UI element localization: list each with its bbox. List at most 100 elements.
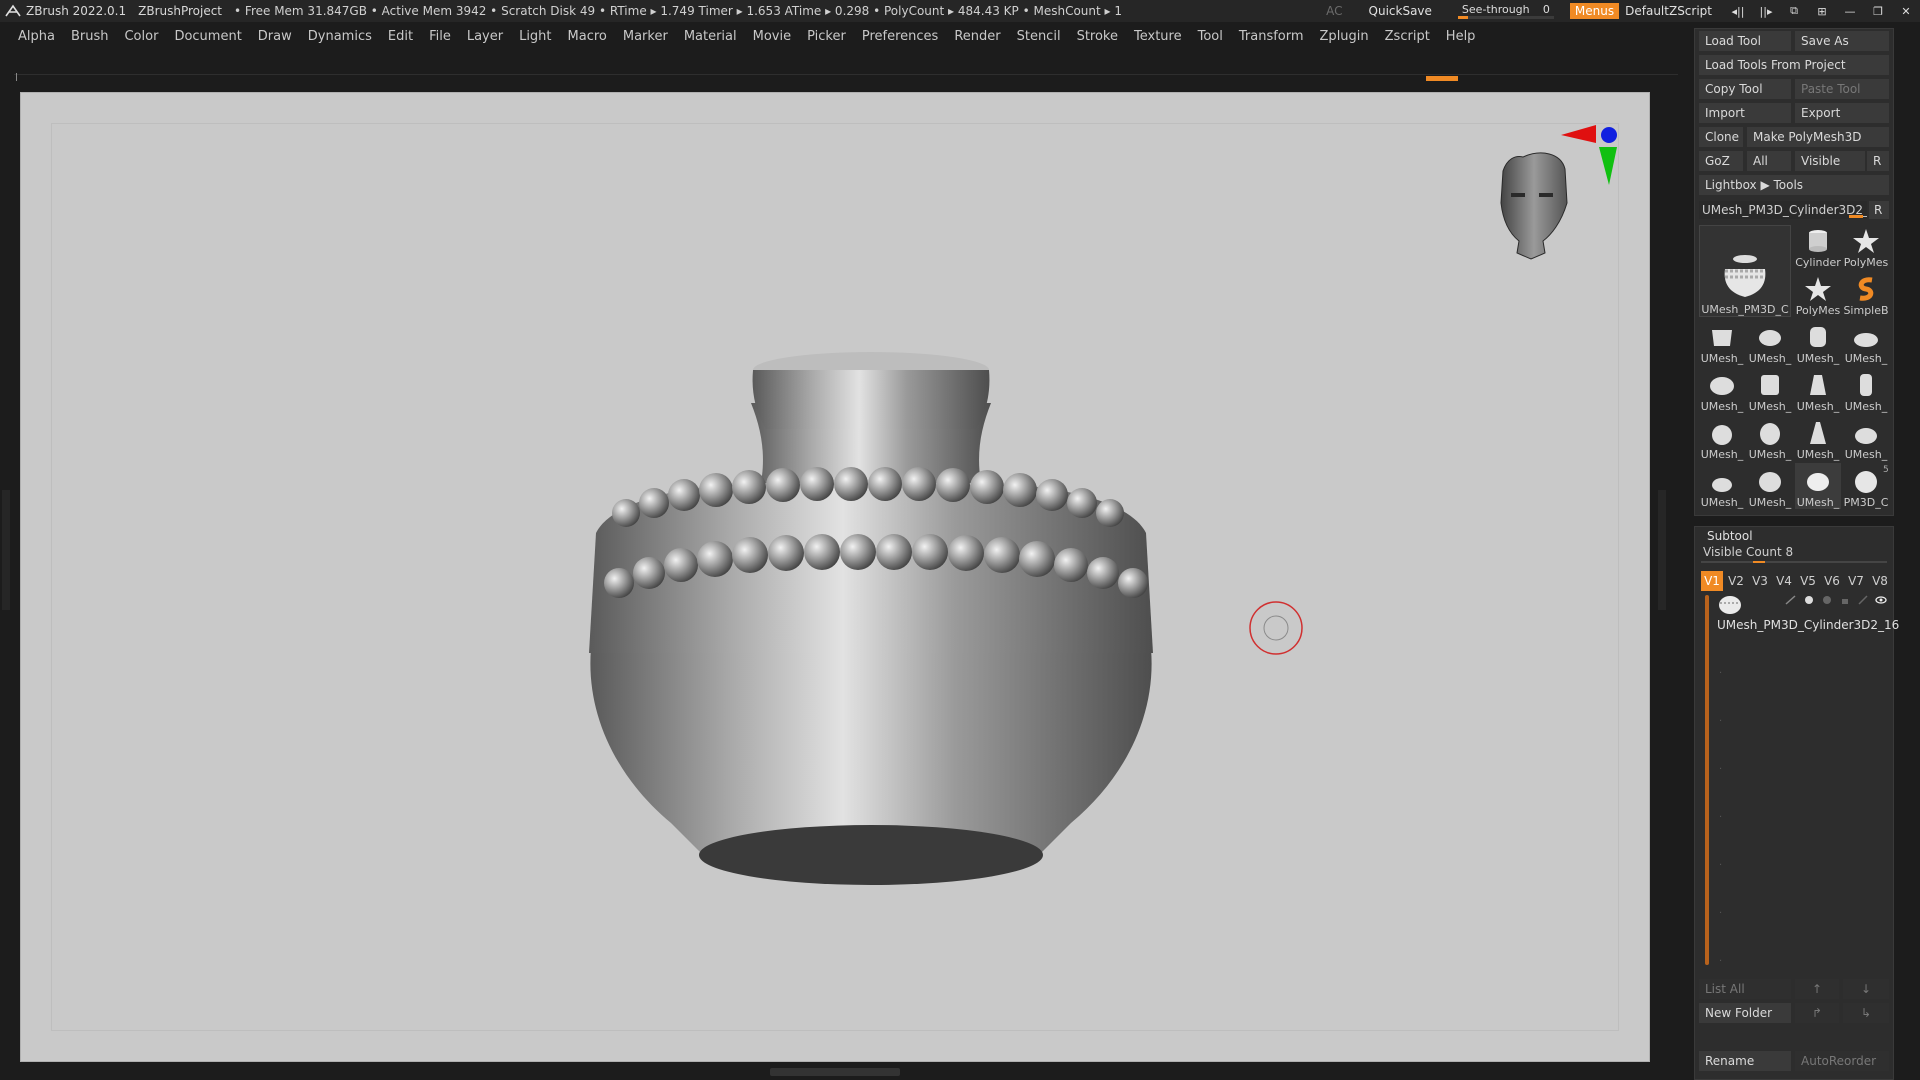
menu-material[interactable]: Material: [684, 29, 737, 44]
move-out-folder-icon[interactable]: ↳: [1843, 1003, 1889, 1023]
tool-thumb-umesh[interactable]: UMesh_: [1843, 367, 1889, 413]
vtab-v6[interactable]: V6: [1821, 571, 1843, 591]
lightbox-tools-button[interactable]: Lightbox ▶ Tools: [1699, 175, 1889, 195]
load-tools-from-project-button[interactable]: Load Tools From Project: [1699, 55, 1889, 75]
rename-button[interactable]: Rename: [1699, 1051, 1791, 1071]
tool-thumb-polymesh-star-2[interactable]: PolyMes: [1795, 271, 1841, 317]
menu-macro[interactable]: Macro: [568, 29, 607, 44]
goz-button[interactable]: GoZ: [1699, 151, 1743, 171]
menu-document[interactable]: Document: [174, 29, 241, 44]
goz-all-button[interactable]: All: [1747, 151, 1791, 171]
current-tool-name[interactable]: UMesh_PM3D_Cylinder3D2_1: [1699, 201, 1867, 219]
tool-thumb-umesh[interactable]: UMesh_: [1843, 319, 1889, 365]
menus-toggle-button[interactable]: Menus: [1569, 3, 1620, 19]
menu-file[interactable]: File: [429, 29, 451, 44]
document-canvas[interactable]: [20, 92, 1650, 1062]
menu-light[interactable]: Light: [519, 29, 551, 44]
save-as-button[interactable]: Save As: [1795, 31, 1889, 51]
layout-swap-icon[interactable]: ⧉: [1780, 0, 1808, 22]
menu-color[interactable]: Color: [124, 29, 158, 44]
menu-dynamics[interactable]: Dynamics: [308, 29, 372, 44]
polypaint-icon[interactable]: [1803, 595, 1815, 605]
tool-thumb-umesh-selected[interactable]: UMesh_: [1795, 463, 1841, 509]
make-polymesh3d-button[interactable]: Make PolyMesh3D: [1747, 127, 1889, 147]
tool-thumb-umesh[interactable]: UMesh_: [1795, 415, 1841, 461]
tool-thumb-umesh[interactable]: UMesh_: [1747, 463, 1793, 509]
brush-icon[interactable]: [1785, 595, 1797, 605]
tool-thumb-umesh[interactable]: UMesh_: [1747, 415, 1793, 461]
new-folder-button[interactable]: New Folder: [1699, 1003, 1791, 1023]
menu-draw[interactable]: Draw: [258, 29, 292, 44]
left-tray-handle[interactable]: [2, 490, 10, 610]
menu-marker[interactable]: Marker: [623, 29, 668, 44]
project-name[interactable]: ZBrushProject: [138, 4, 222, 18]
menu-brush[interactable]: Brush: [71, 29, 109, 44]
menu-stencil[interactable]: Stencil: [1017, 29, 1061, 44]
menu-alpha[interactable]: Alpha: [18, 29, 55, 44]
move-up-icon[interactable]: ↑: [1795, 979, 1839, 999]
visible-count-slider[interactable]: Visible Count 8: [1703, 545, 1793, 559]
subtool-title[interactable]: Subtool: [1707, 529, 1753, 543]
tool-thumb-umesh[interactable]: UMesh_: [1747, 367, 1793, 413]
paste-tool-button[interactable]: Paste Tool: [1795, 79, 1889, 99]
clone-button[interactable]: Clone: [1699, 127, 1743, 147]
menu-zscript[interactable]: Zscript: [1385, 29, 1430, 44]
menu-texture[interactable]: Texture: [1134, 29, 1182, 44]
tool-thumb-polymesh-star[interactable]: PolyMes: [1843, 223, 1889, 269]
menu-transform[interactable]: Transform: [1239, 29, 1304, 44]
goz-r-button[interactable]: R: [1867, 151, 1889, 171]
menu-layer[interactable]: Layer: [467, 29, 503, 44]
vtab-v8[interactable]: V8: [1869, 571, 1891, 591]
visible-count-track[interactable]: [1701, 561, 1887, 563]
restore-icon[interactable]: ❐: [1864, 0, 1892, 22]
vtab-v2[interactable]: V2: [1725, 571, 1747, 591]
tool-thumb-umesh[interactable]: UMesh_: [1843, 415, 1889, 461]
see-through-slider[interactable]: See-through 0: [1456, 2, 1556, 20]
tool-thumb-umesh[interactable]: UMesh_: [1699, 319, 1745, 365]
move-into-folder-icon[interactable]: ↱: [1795, 1003, 1839, 1023]
current-tool-r-button[interactable]: R: [1869, 201, 1889, 219]
vtab-v5[interactable]: V5: [1797, 571, 1819, 591]
menu-zplugin[interactable]: Zplugin: [1320, 29, 1369, 44]
menu-tool[interactable]: Tool: [1198, 29, 1223, 44]
tool-thumb-umesh[interactable]: UMesh_: [1699, 463, 1745, 509]
auto-reorder-button[interactable]: AutoReorder: [1795, 1051, 1889, 1071]
tool-thumb-cylinder[interactable]: Cylinder: [1795, 223, 1841, 269]
layout-dock-icon[interactable]: ⊞: [1808, 0, 1836, 22]
quicksave-button[interactable]: QuickSave: [1369, 4, 1432, 18]
vase-mesh[interactable]: [589, 352, 1153, 885]
menu-movie[interactable]: Movie: [753, 29, 791, 44]
bottom-tray-handle[interactable]: [770, 1068, 900, 1076]
layout-right-icon[interactable]: ||▸: [1752, 0, 1780, 22]
layout-left-icon[interactable]: ◂||: [1724, 0, 1752, 22]
goz-visible-button[interactable]: Visible: [1795, 151, 1865, 171]
vtab-v1[interactable]: V1: [1701, 571, 1723, 591]
menu-help[interactable]: Help: [1446, 29, 1476, 44]
axis-gizmo-icon[interactable]: [1561, 125, 1617, 185]
tool-thumb-umesh[interactable]: UMesh_: [1795, 319, 1841, 365]
tool-thumb-umesh[interactable]: UMesh_: [1699, 415, 1745, 461]
material-icon[interactable]: [1821, 595, 1833, 605]
copy-tool-button[interactable]: Copy Tool: [1699, 79, 1791, 99]
eye-icon[interactable]: [1875, 595, 1887, 605]
minimize-icon[interactable]: —: [1836, 0, 1864, 22]
subtool-scrollbar[interactable]: [1705, 595, 1709, 965]
menu-stroke[interactable]: Stroke: [1077, 29, 1118, 44]
vtab-v7[interactable]: V7: [1845, 571, 1867, 591]
tool-thumb-simplebrush[interactable]: SimpleB: [1843, 271, 1889, 317]
list-all-button[interactable]: List All: [1699, 979, 1791, 999]
move-down-icon[interactable]: ↓: [1843, 979, 1889, 999]
shelf-marker[interactable]: [1426, 76, 1458, 81]
menu-edit[interactable]: Edit: [388, 29, 413, 44]
default-zscript-button[interactable]: DefaultZScript: [1625, 4, 1712, 18]
export-button[interactable]: Export: [1795, 103, 1889, 123]
vtab-v3[interactable]: V3: [1749, 571, 1771, 591]
subtool-list-item[interactable]: UMesh_PM3D_Cylinder3D2_16: [1717, 593, 1899, 633]
load-tool-button[interactable]: Load Tool: [1699, 31, 1791, 51]
menu-render[interactable]: Render: [954, 29, 1000, 44]
menu-preferences[interactable]: Preferences: [862, 29, 938, 44]
close-icon[interactable]: ✕: [1892, 0, 1920, 22]
navigation-head-icon[interactable]: [1500, 152, 1568, 260]
menu-picker[interactable]: Picker: [807, 29, 846, 44]
active-tool-thumbnail[interactable]: UMesh_PM3D_C: [1699, 225, 1791, 317]
